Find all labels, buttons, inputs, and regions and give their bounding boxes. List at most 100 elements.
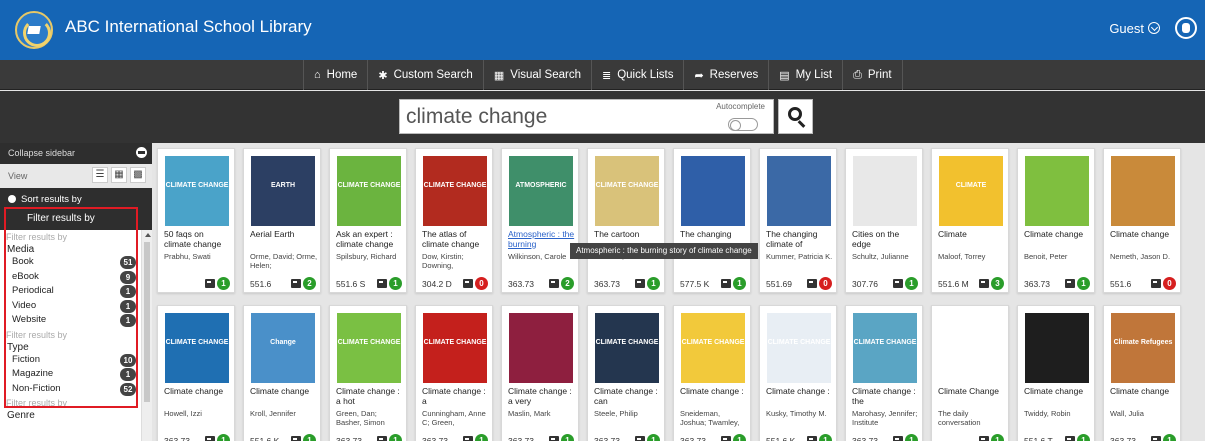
collapse-sidebar-link[interactable]: Collapse sidebar — [8, 148, 75, 158]
result-card[interactable]: CLIMATE CHANGE Climate change : can Steele… — [587, 305, 665, 441]
result-title[interactable]: Climate change : — [680, 387, 748, 397]
filter-option-website[interactable]: Website 1 — [12, 314, 140, 327]
availability-badge[interactable]: 1 — [217, 434, 230, 441]
result-title[interactable]: The cartoon — [594, 230, 662, 240]
result-card[interactable]: Climate Refugees Climate change Wall, Juli… — [1103, 305, 1181, 441]
availability-badge[interactable]: 1 — [647, 434, 660, 441]
availability-badge[interactable]: 1 — [647, 277, 660, 290]
book-cover[interactable]: Change — [251, 313, 315, 383]
book-cover[interactable] — [853, 156, 917, 226]
result-card[interactable]: Climate Change The daily conversation 1 — [931, 305, 1009, 441]
result-card[interactable]: CLIMATE CHANGE Climate change : Kusky, Tim… — [759, 305, 837, 441]
book-cover[interactable] — [1111, 156, 1175, 226]
result-card[interactable]: CLIMATE CHANGE Climate change Howell, Izzi… — [157, 305, 235, 441]
result-title[interactable]: Climate Change — [938, 387, 1006, 397]
book-cover[interactable] — [939, 313, 1003, 383]
availability-badge[interactable]: 1 — [389, 434, 402, 441]
availability-badge[interactable]: 1 — [905, 434, 918, 441]
result-card[interactable]: ATMOSPHERIC Atmospheric : the burning Wilk… — [501, 148, 579, 293]
collapse-icon[interactable] — [136, 147, 147, 158]
availability-badge[interactable]: 1 — [561, 434, 574, 441]
availability-badge[interactable]: 1 — [475, 434, 488, 441]
nav-reserves[interactable]: ➦ Reserves — [683, 60, 768, 90]
book-cover[interactable]: ATMOSPHERIC — [509, 156, 573, 226]
filter-option-periodical[interactable]: Periodical 1 — [12, 285, 140, 298]
availability-badge[interactable]: 1 — [905, 277, 918, 290]
result-card[interactable]: Climate change : a very Maslin, Mark 363.7… — [501, 305, 579, 441]
result-card[interactable]: The changingK.577.5 K1 — [673, 148, 751, 293]
result-title[interactable]: Climate change : a hot — [336, 387, 404, 406]
sort-results-toggle[interactable]: Sort results by — [0, 190, 152, 208]
book-cover[interactable]: Climate Refugees — [1111, 313, 1175, 383]
result-card[interactable]: The changing climate of Kummer, Patricia … — [759, 148, 837, 293]
result-card[interactable]: Climate change Twiddy, Robin 551.6 T 1 — [1017, 305, 1095, 441]
book-cover[interactable]: CLIMATE CHANGE — [681, 313, 745, 383]
result-title[interactable]: Cities on the edge — [852, 230, 920, 249]
result-title[interactable]: Climate change — [1024, 230, 1092, 240]
result-card[interactable]: EARTH Aerial Earth Orme, David; Orme, Hele… — [243, 148, 321, 293]
book-cover[interactable] — [1025, 313, 1089, 383]
result-title[interactable]: Climate change : a very — [508, 387, 576, 406]
book-cover[interactable]: CLIMATE CHANGE — [423, 156, 487, 226]
result-title[interactable]: Climate — [938, 230, 1006, 240]
book-cover[interactable]: CLIMATE CHANGE — [337, 313, 401, 383]
nav-my-list[interactable]: ▤ My List — [768, 60, 842, 90]
book-cover[interactable] — [509, 313, 573, 383]
result-title[interactable]: Climate change — [1110, 230, 1178, 240]
result-card[interactable]: CLIMATE CHANGE Climate change : a hot Gree… — [329, 305, 407, 441]
school-logo-icon[interactable] — [15, 11, 53, 49]
availability-badge[interactable]: 1 — [217, 277, 230, 290]
book-cover[interactable] — [1025, 156, 1089, 226]
result-title[interactable]: 50 faqs on climate change — [164, 230, 232, 249]
result-card[interactable]: CLIMATE CHANGE 50 faqs on climate change P… — [157, 148, 235, 293]
result-title[interactable]: The atlas of climate change — [422, 230, 490, 249]
nav-home[interactable]: ⌂ Home — [303, 60, 367, 90]
availability-badge[interactable]: 0 — [819, 277, 832, 290]
result-title[interactable]: Aerial Earth — [250, 230, 318, 240]
filter-option-book[interactable]: Book 51 — [12, 256, 140, 269]
book-cover[interactable]: CLIMATE CHANGE — [337, 156, 401, 226]
availability-badge[interactable]: 3 — [991, 277, 1004, 290]
result-card[interactable]: CLIMATE Climate Maloof, Torrey 551.6 M 3 — [931, 148, 1009, 293]
availability-badge[interactable]: 1 — [1077, 434, 1090, 441]
result-card[interactable]: Change Climate change Kroll, Jennifer 551.6… — [243, 305, 321, 441]
result-card[interactable]: Climate change Benoit, Peter 363.73 1 — [1017, 148, 1095, 293]
search-button[interactable] — [778, 99, 813, 134]
result-title[interactable]: The changing climate of — [766, 230, 834, 249]
result-card[interactable]: Climate change Nemeth, Jason D. 551.6 0 — [1103, 148, 1181, 293]
availability-badge[interactable]: 0 — [1163, 277, 1176, 290]
result-title[interactable]: Ask an expert : climate change — [336, 230, 404, 249]
result-title[interactable]: Climate change : — [766, 387, 834, 397]
filter-results-header[interactable]: Filter results by — [0, 208, 152, 230]
availability-badge[interactable]: 1 — [819, 434, 832, 441]
account-icon[interactable] — [1175, 17, 1197, 39]
result-card[interactable]: CLIMATE CHANGE Climate change : the Maroha… — [845, 305, 923, 441]
grid-view-icon[interactable]: ▦ — [111, 167, 127, 183]
filter-group-genre[interactable]: Genre — [7, 410, 140, 423]
result-card[interactable]: CLIMATE CHANGE Climate change : a Cunningh… — [415, 305, 493, 441]
book-cover[interactable]: CLIMATE CHANGE — [423, 313, 487, 383]
availability-badge[interactable]: 1 — [389, 277, 402, 290]
availability-badge[interactable]: 0 — [475, 277, 488, 290]
result-title[interactable]: Climate change — [164, 387, 232, 397]
book-cover[interactable]: CLIMATE — [939, 156, 1003, 226]
filter-option-fiction[interactable]: Fiction 10 — [12, 353, 140, 367]
app-title[interactable]: ABC International School Library — [65, 17, 312, 37]
availability-badge[interactable]: 2 — [561, 277, 574, 290]
filter-option-ebook[interactable]: eBook 9 — [12, 270, 140, 284]
user-menu[interactable]: Guest — [1109, 21, 1160, 36]
result-card[interactable]: CLIMATE CHANGE The atlas of climate chang… — [415, 148, 493, 293]
result-card[interactable]: CLIMATE CHANGEThe cartoonBauman, Yoram36… — [587, 148, 665, 293]
nav-custom-search[interactable]: ✱ Custom Search — [367, 60, 482, 90]
result-title[interactable]: Climate change : can — [594, 387, 662, 406]
nav-visual-search[interactable]: ▦ Visual Search — [482, 60, 591, 90]
result-card[interactable]: CLIMATE CHANGE Ask an expert : climate ch… — [329, 148, 407, 293]
cover-view-icon[interactable]: ▩ — [130, 167, 146, 183]
result-title[interactable]: Climate change — [1110, 387, 1178, 397]
result-title[interactable]: Atmospheric : the burning — [508, 230, 576, 249]
result-title[interactable]: The changing — [680, 230, 748, 240]
search-input[interactable]: climate change — [406, 105, 547, 129]
book-cover[interactable]: CLIMATE CHANGE — [853, 313, 917, 383]
book-cover[interactable]: CLIMATE CHANGE — [595, 156, 659, 226]
availability-badge[interactable]: 1 — [1163, 434, 1176, 441]
